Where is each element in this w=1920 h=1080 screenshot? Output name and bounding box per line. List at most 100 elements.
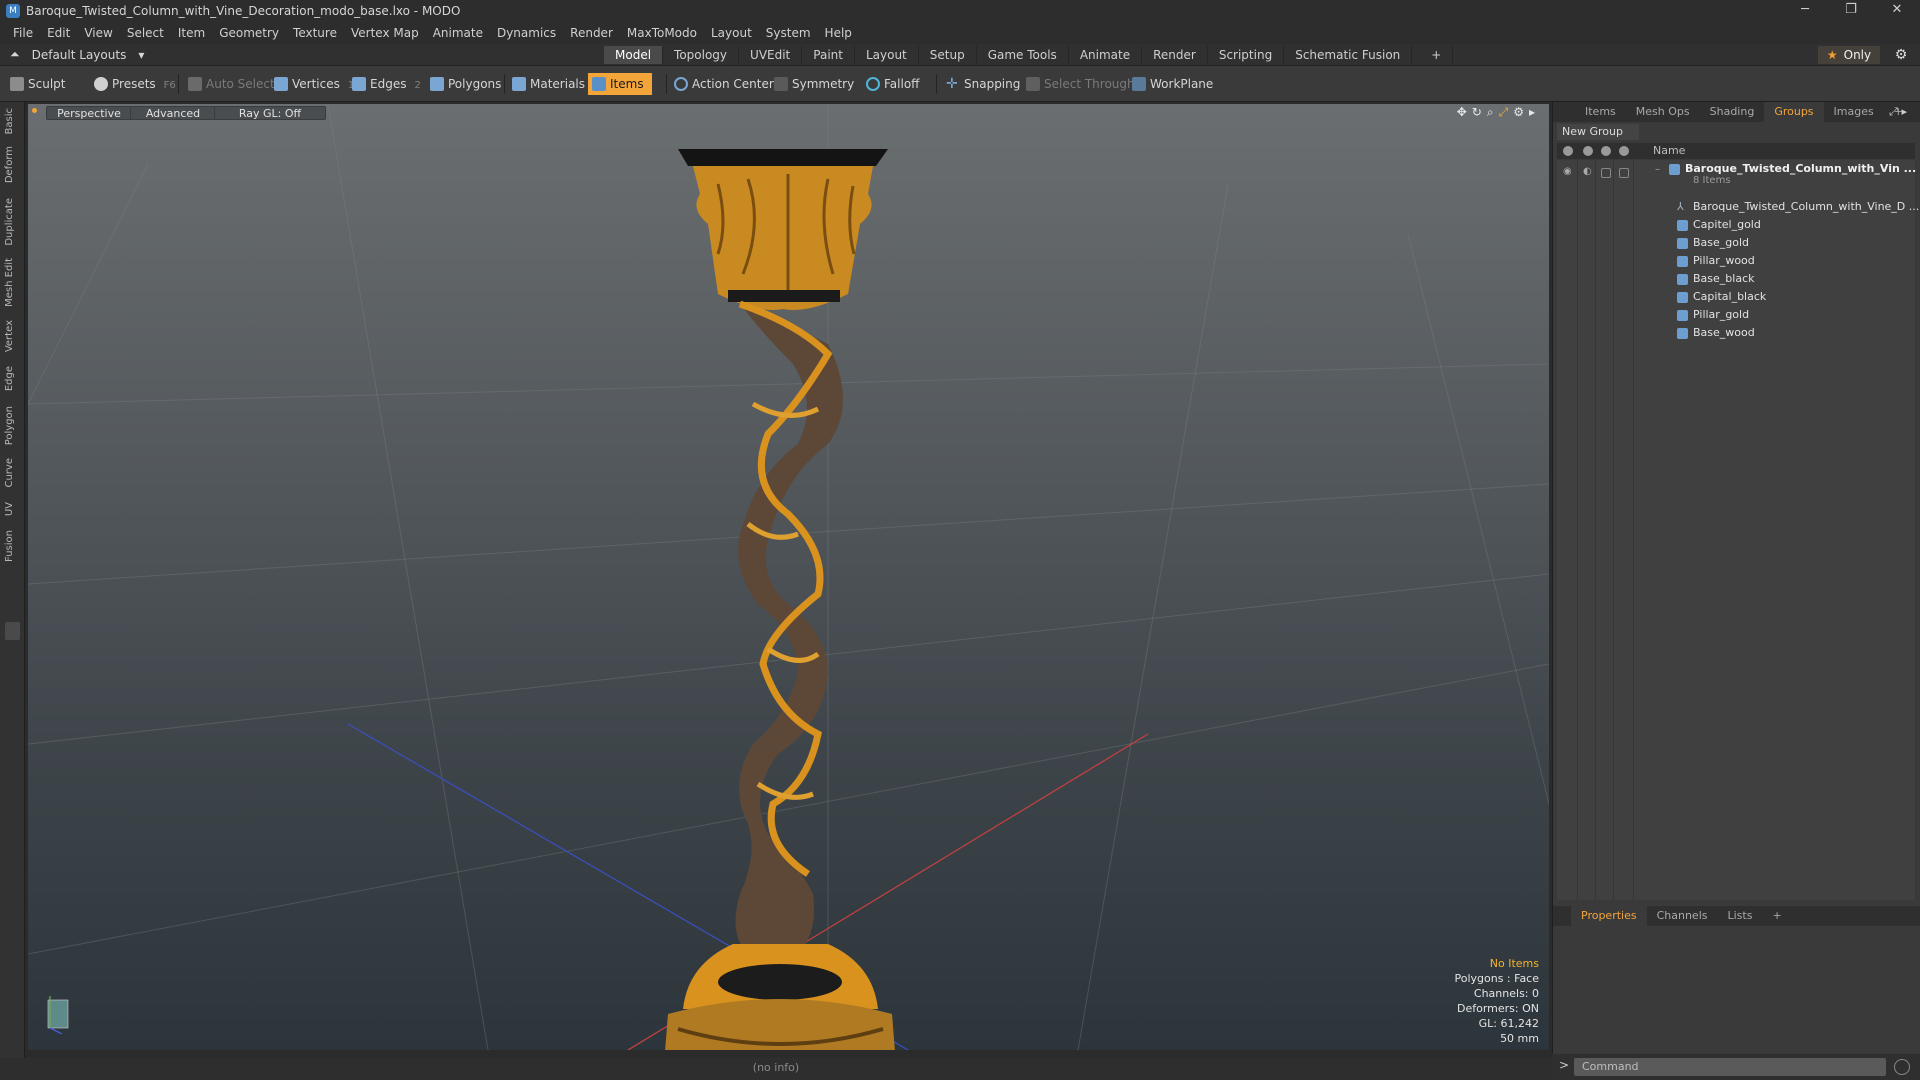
- tab-uvedit[interactable]: UVEdit: [739, 46, 803, 64]
- list-item[interactable]: Capitel_gold: [1557, 216, 1915, 234]
- tab-images[interactable]: Images: [1824, 102, 1884, 122]
- menu-dynamics[interactable]: Dynamics: [490, 26, 563, 40]
- menu-layout[interactable]: Layout: [704, 26, 759, 40]
- tab-render[interactable]: Render: [1142, 46, 1208, 64]
- tab-items[interactable]: Items: [1575, 102, 1626, 122]
- add-tab-icon[interactable]: +: [1420, 46, 1454, 64]
- render-icon[interactable]: ◐: [1583, 166, 1592, 177]
- tab-channels[interactable]: Channels: [1647, 906, 1718, 926]
- lock-column-icon[interactable]: [1601, 146, 1611, 156]
- auto-select-button[interactable]: Auto Select: [184, 73, 275, 95]
- name-column-header[interactable]: Name: [1653, 143, 1685, 159]
- menu-system[interactable]: System: [759, 26, 818, 40]
- new-group-button[interactable]: New Group: [1557, 124, 1639, 140]
- tab-properties[interactable]: Properties: [1571, 906, 1647, 926]
- panel-toggle-button[interactable]: [5, 622, 20, 640]
- falloff-button[interactable]: Falloff: [862, 73, 919, 95]
- eye-icon[interactable]: ◉: [1563, 166, 1572, 177]
- list-item[interactable]: ⅄ Baroque_Twisted_Column_with_Vine_D ...: [1557, 198, 1919, 216]
- menu-file[interactable]: File: [6, 26, 40, 40]
- lock-checkbox[interactable]: [1601, 168, 1611, 178]
- tab-groups[interactable]: Groups: [1764, 102, 1824, 122]
- list-item[interactable]: Capital_black: [1557, 288, 1915, 306]
- viewport-expand-icon[interactable]: ▸: [1529, 105, 1535, 120]
- left-tab-basic[interactable]: Basic: [4, 108, 15, 134]
- action-center-button[interactable]: Action Center: [670, 73, 774, 95]
- left-tab-edge[interactable]: Edge: [4, 366, 15, 391]
- left-tab-deform[interactable]: Deform: [4, 146, 15, 183]
- tab-lists[interactable]: Lists: [1718, 906, 1763, 926]
- sculpt-button[interactable]: Sculpt: [6, 73, 65, 95]
- select-column-icon[interactable]: [1619, 146, 1629, 156]
- left-tab-curve[interactable]: Curve: [4, 458, 15, 488]
- visibility-column-icon[interactable]: [1563, 146, 1573, 156]
- layout-collapse-icon[interactable]: ⏶: [10, 47, 20, 62]
- tab-shading[interactable]: Shading: [1700, 102, 1765, 122]
- list-item[interactable]: Base_wood: [1557, 324, 1915, 342]
- add-properties-tab-icon[interactable]: +: [1762, 906, 1791, 926]
- tab-setup[interactable]: Setup: [919, 46, 977, 64]
- left-tab-vertex[interactable]: Vertex: [4, 320, 15, 352]
- snapping-button[interactable]: ✛ Snapping: [942, 73, 1020, 95]
- tab-layout[interactable]: Layout: [855, 46, 919, 64]
- command-history-icon[interactable]: [1894, 1059, 1910, 1075]
- workplane-button[interactable]: WorkPlane: [1128, 73, 1213, 95]
- list-item[interactable]: Pillar_wood: [1557, 252, 1915, 270]
- menu-vertex-map[interactable]: Vertex Map: [344, 26, 426, 40]
- left-tab-fusion[interactable]: Fusion: [4, 530, 15, 562]
- menu-render[interactable]: Render: [563, 26, 620, 40]
- menu-help[interactable]: Help: [818, 26, 859, 40]
- maximize-button[interactable]: ❐: [1828, 0, 1874, 22]
- rotate-view-icon[interactable]: ↻: [1472, 105, 1482, 120]
- select-through-button[interactable]: Select Through: [1022, 73, 1135, 95]
- select-checkbox[interactable]: [1619, 168, 1629, 178]
- tab-animate[interactable]: Animate: [1069, 46, 1143, 64]
- layout-selector[interactable]: ⏶ Default Layouts ▾: [10, 47, 144, 62]
- left-tab-polygon[interactable]: Polygon: [4, 406, 15, 445]
- viewport-settings-icon[interactable]: ⚙: [1513, 105, 1524, 120]
- tab-game-tools[interactable]: Game Tools: [977, 46, 1069, 64]
- tab-mesh-ops[interactable]: Mesh Ops: [1626, 102, 1700, 122]
- group-row[interactable]: ◉ ◐ – Baroque_Twisted_Column_with_Vin ..…: [1557, 162, 1916, 192]
- 3d-viewport[interactable]: Perspective Advanced Ray GL: Off ✥ ↻ ⌕ ⤢…: [28, 104, 1549, 1050]
- menu-geometry[interactable]: Geometry: [212, 26, 286, 40]
- menu-item[interactable]: Item: [171, 26, 212, 40]
- left-tab-uv[interactable]: UV: [4, 502, 15, 516]
- tab-model[interactable]: Model: [604, 46, 664, 64]
- tab-paint[interactable]: Paint: [802, 46, 855, 64]
- shading-mode-button[interactable]: Advanced: [130, 106, 216, 120]
- menu-view[interactable]: View: [77, 26, 119, 40]
- menu-select[interactable]: Select: [120, 26, 171, 40]
- only-toggle[interactable]: ★ Only: [1818, 46, 1880, 64]
- tab-topology[interactable]: Topology: [663, 46, 740, 64]
- menu-texture[interactable]: Texture: [286, 26, 344, 40]
- move-view-icon[interactable]: ✥: [1457, 105, 1467, 120]
- viewport-menu-dot-icon[interactable]: [32, 108, 37, 113]
- zoom-view-icon[interactable]: ⌕: [1487, 105, 1494, 120]
- command-input[interactable]: Command: [1574, 1058, 1886, 1076]
- tab-scripting[interactable]: Scripting: [1208, 46, 1285, 64]
- list-item[interactable]: Pillar_gold: [1557, 306, 1915, 324]
- vertices-button[interactable]: Vertices1: [270, 73, 354, 95]
- polygons-button[interactable]: Polygons: [426, 73, 501, 95]
- edges-button[interactable]: Edges 2: [348, 73, 421, 95]
- items-button[interactable]: Items: [588, 73, 652, 95]
- maximize-view-icon[interactable]: ⤢: [1499, 105, 1509, 120]
- gear-icon[interactable]: ⚙: [1892, 46, 1910, 64]
- list-item[interactable]: Base_gold: [1557, 234, 1915, 252]
- menu-maxtomodo[interactable]: MaxToModo: [620, 26, 704, 40]
- panel-expand-icon[interactable]: ⤢ ▸: [1879, 102, 1917, 122]
- render-column-icon[interactable]: [1583, 146, 1593, 156]
- symmetry-button[interactable]: Symmetry: [770, 73, 854, 95]
- menu-edit[interactable]: Edit: [40, 26, 77, 40]
- left-tab-duplicate[interactable]: Duplicate: [4, 198, 15, 246]
- left-tab-mesh-edit[interactable]: Mesh Edit: [4, 258, 15, 307]
- view-mode-button[interactable]: Perspective: [46, 106, 132, 120]
- presets-button[interactable]: Presets F6: [90, 73, 176, 95]
- collapse-icon[interactable]: –: [1655, 164, 1660, 175]
- tab-schematic-fusion[interactable]: Schematic Fusion: [1284, 46, 1413, 64]
- minimize-button[interactable]: ─: [1782, 0, 1828, 22]
- list-item[interactable]: Base_black: [1557, 270, 1915, 288]
- menu-animate[interactable]: Animate: [426, 26, 490, 40]
- raygl-button[interactable]: Ray GL: Off: [214, 106, 326, 120]
